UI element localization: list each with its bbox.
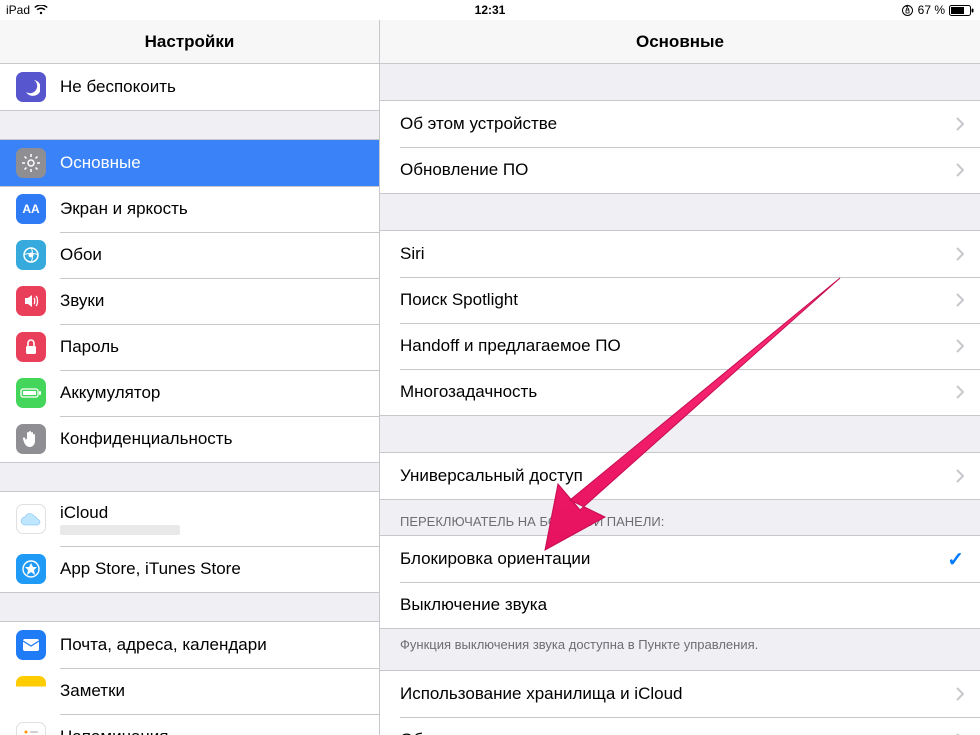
sidebar: Настройки Не беспокоить Основные: [0, 20, 380, 735]
row-handoff[interactable]: Handoff и предлагаемое ПО: [380, 323, 980, 369]
row-background-refresh[interactable]: Обновление контента: [380, 717, 980, 735]
notes-icon: [16, 676, 46, 706]
moon-icon: [16, 72, 46, 102]
sidebar-item-passcode[interactable]: Пароль: [0, 324, 379, 370]
sidebar-item-display[interactable]: AA Экран и яркость: [0, 186, 379, 232]
wallpaper-icon: [16, 240, 46, 270]
chevron-right-icon: [956, 687, 964, 701]
sidebar-item-dnd[interactable]: Не беспокоить: [0, 64, 379, 110]
status-right: 67 %: [901, 3, 974, 17]
status-bar: iPad 12:31 67 %: [0, 0, 980, 20]
sidebar-item-label: Напоминания: [60, 727, 363, 735]
sidebar-item-label: Звуки: [60, 291, 363, 311]
row-multitasking[interactable]: Многозадачность: [380, 369, 980, 415]
appstore-icon: [16, 554, 46, 584]
rotation-lock-icon: [901, 4, 914, 17]
sidebar-item-icloud[interactable]: iCloud: [0, 492, 379, 546]
sidebar-item-label: Конфиденциальность: [60, 429, 363, 449]
sidebar-item-label: Не беспокоить: [60, 77, 363, 97]
sidebar-item-label: Экран и яркость: [60, 199, 363, 219]
sidebar-item-notes[interactable]: Заметки: [0, 668, 379, 714]
row-siri[interactable]: Siri: [380, 231, 980, 277]
checkmark-icon: ✓: [947, 547, 964, 572]
chevron-right-icon: [956, 163, 964, 177]
row-spotlight[interactable]: Поиск Spotlight: [380, 277, 980, 323]
sidebar-item-label: Обои: [60, 245, 363, 265]
chevron-right-icon: [956, 469, 964, 483]
status-left: iPad: [6, 3, 48, 17]
sidebar-item-label: iCloud: [60, 503, 363, 523]
sidebar-item-label: App Store, iTunes Store: [60, 559, 363, 579]
lock-icon: [16, 332, 46, 362]
wifi-icon: [34, 5, 48, 15]
display-icon: AA: [16, 194, 46, 224]
row-accessibility[interactable]: Универсальный доступ: [380, 453, 980, 499]
chevron-right-icon: [956, 117, 964, 131]
battery-app-icon: [16, 378, 46, 408]
sidebar-item-reminders[interactable]: Напоминания: [0, 714, 379, 735]
row-storage[interactable]: Использование хранилища и iCloud: [380, 671, 980, 717]
detail-title: Основные: [380, 20, 980, 64]
sidebar-item-label: Аккумулятор: [60, 383, 363, 403]
row-about[interactable]: Об этом устройстве: [380, 101, 980, 147]
side-switch-footer: Функция выключения звука доступна в Пунк…: [380, 629, 980, 658]
icloud-account: [60, 525, 180, 535]
hand-icon: [16, 424, 46, 454]
sidebar-item-battery[interactable]: Аккумулятор: [0, 370, 379, 416]
chevron-right-icon: [956, 293, 964, 307]
sidebar-item-label: Заметки: [60, 681, 363, 701]
gear-icon: [16, 148, 46, 178]
side-switch-header: ПЕРЕКЛЮЧАТЕЛЬ НА БОКОВОЙ ПАНЕЛИ:: [380, 500, 980, 535]
chevron-right-icon: [956, 385, 964, 399]
speaker-icon: [16, 286, 46, 316]
battery-pct: 67 %: [918, 3, 945, 17]
icloud-icon: [16, 504, 46, 534]
sidebar-item-appstore[interactable]: App Store, iTunes Store: [0, 546, 379, 592]
sidebar-item-sounds[interactable]: Звуки: [0, 278, 379, 324]
sidebar-item-wallpaper[interactable]: Обои: [0, 232, 379, 278]
detail-panel: Основные Об этом устройстве Обновление П…: [380, 20, 980, 735]
chevron-right-icon: [956, 247, 964, 261]
sidebar-item-label: Основные: [60, 153, 363, 173]
row-software-update[interactable]: Обновление ПО: [380, 147, 980, 193]
sidebar-item-general[interactable]: Основные: [0, 140, 379, 186]
battery-icon: [949, 5, 974, 16]
mail-icon: [16, 630, 46, 660]
device-label: iPad: [6, 3, 30, 17]
sidebar-title: Настройки: [0, 20, 379, 64]
row-mute[interactable]: Выключение звука: [380, 582, 980, 628]
sidebar-item-label: Почта, адреса, календари: [60, 635, 363, 655]
status-time: 12:31: [475, 3, 506, 17]
sidebar-item-mail[interactable]: Почта, адреса, календари: [0, 622, 379, 668]
sidebar-item-privacy[interactable]: Конфиденциальность: [0, 416, 379, 462]
chevron-right-icon: [956, 339, 964, 353]
sidebar-item-label: Пароль: [60, 337, 363, 357]
reminders-icon: [16, 722, 46, 735]
row-lock-rotation[interactable]: Блокировка ориентации ✓: [380, 536, 980, 582]
